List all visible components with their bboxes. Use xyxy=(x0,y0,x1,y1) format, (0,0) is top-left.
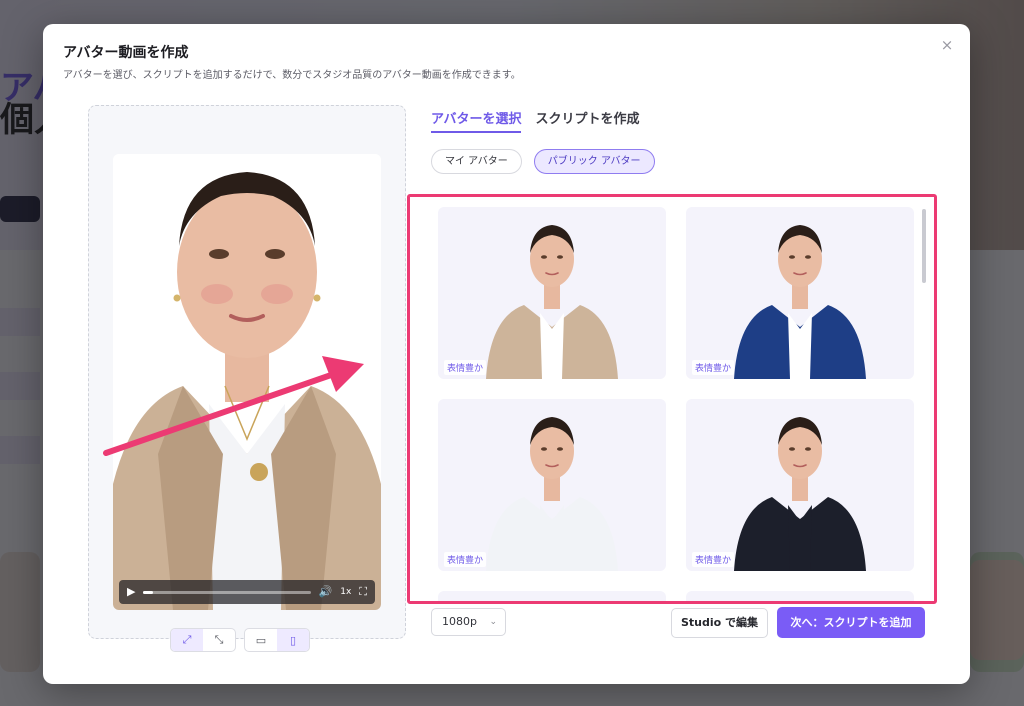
avatar-card-white-top[interactable]: 表情豊か xyxy=(438,399,666,571)
avatar-preview-image xyxy=(113,154,381,610)
avatar-preview-panel: ▶ 🔊 1x ⛶ xyxy=(88,105,406,639)
avatar-style-tag: 表情豊か xyxy=(692,552,735,567)
resolution-select[interactable]: 1080p ⌄ xyxy=(431,608,506,636)
close-icon[interactable]: × xyxy=(938,36,956,54)
edit-in-studio-button[interactable]: Studio で編集 xyxy=(671,608,768,638)
fit-mode-group: ⤢ ⤡ xyxy=(170,628,236,652)
avatar-style-tag: 表情豊か xyxy=(444,552,487,567)
orientation-group: ▭ ▯ xyxy=(244,628,310,652)
seek-bar[interactable] xyxy=(143,590,311,594)
avatar-style-tag: 表情豊か xyxy=(444,360,487,375)
avatar-style-tag: 表情豊か xyxy=(692,360,735,375)
play-icon[interactable]: ▶ xyxy=(127,580,135,604)
landscape-icon[interactable]: ▭ xyxy=(245,629,277,651)
playback-speed[interactable]: 1x xyxy=(340,587,351,597)
expand-icon[interactable]: ⤢ xyxy=(171,629,203,651)
avatar-thumbnail xyxy=(734,417,866,571)
preview-layout-controls: ⤢ ⤡ ▭ ▯ xyxy=(170,628,310,652)
filter-my-avatars[interactable]: マイ アバター xyxy=(431,149,522,174)
avatar-card-navy-blazer[interactable]: 表情豊か xyxy=(686,207,914,379)
chevron-down-icon: ⌄ xyxy=(489,617,497,627)
resolution-value: 1080p xyxy=(442,615,477,628)
player-controls: ▶ 🔊 1x ⛶ xyxy=(119,580,375,604)
avatar-card-beige-coat[interactable]: 表情豊か xyxy=(438,207,666,379)
tab-create-script[interactable]: スクリプトを作成 xyxy=(535,108,639,133)
avatar-thumbnail xyxy=(486,225,618,379)
avatar-grid-highlight: 表情豊か 表情豊か 表情豊か 表情豊か xyxy=(407,194,937,604)
avatar-card-partial[interactable] xyxy=(438,591,666,601)
next-add-script-button[interactable]: 次へ：スクリプトを追加 xyxy=(777,607,925,638)
compress-icon[interactable]: ⤡ xyxy=(203,629,235,651)
avatar-thumbnail xyxy=(734,225,866,379)
fullscreen-icon[interactable]: ⛶ xyxy=(359,580,367,604)
modal-subtitle: アバターを選び、スクリプトを追加するだけで、数分でスタジオ品質のアバター動画を作… xyxy=(63,70,521,81)
modal-title: アバター動画を作成 xyxy=(63,45,189,61)
grid-scrollbar[interactable] xyxy=(922,209,926,283)
avatar-video-player[interactable]: ▶ 🔊 1x ⛶ xyxy=(113,154,381,610)
volume-icon[interactable]: 🔊 xyxy=(319,580,333,604)
tab-select-avatar[interactable]: アバターを選択 xyxy=(431,108,522,133)
avatar-card-partial[interactable] xyxy=(686,591,914,601)
avatar-card-black-cardigan[interactable]: 表情豊か xyxy=(686,399,914,571)
create-avatar-video-modal: アバター動画を作成 アバターを選び、スクリプトを追加するだけで、数分でスタジオ品… xyxy=(43,24,970,684)
seek-bar-progress xyxy=(143,590,154,594)
portrait-icon[interactable]: ▯ xyxy=(277,629,309,651)
avatar-filter-chips: マイ アバター パブリック アバター xyxy=(431,149,655,174)
filter-public-avatars[interactable]: パブリック アバター xyxy=(533,149,655,174)
avatar-thumbnail xyxy=(486,417,618,571)
modal-tabs: アバターを選択 スクリプトを作成 xyxy=(431,108,640,133)
